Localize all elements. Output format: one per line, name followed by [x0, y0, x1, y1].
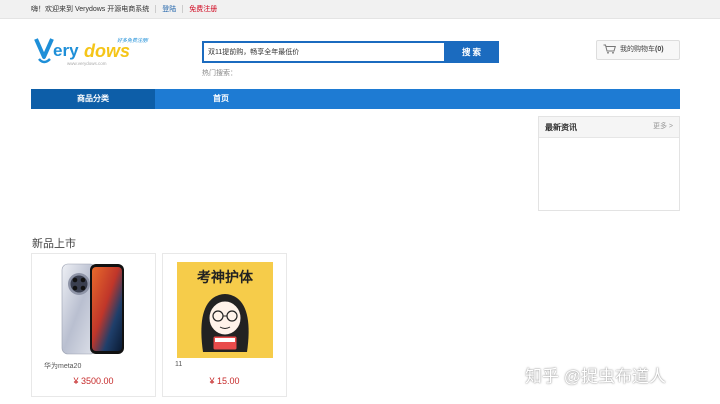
welcome-text: 嗨！欢迎来到 Verydows 开源电商系统: [31, 6, 150, 13]
svg-text:ery: ery: [53, 41, 79, 60]
product-card[interactable]: 华为meta20 ¥ 3500.00: [31, 253, 156, 397]
svg-text:好多免费注册!: 好多免费注册!: [117, 37, 149, 44]
product-image-phone[interactable]: [44, 260, 144, 360]
topbar-divider: [182, 5, 184, 14]
top-bar: 嗨！欢迎来到 Verydows 开源电商系统 登陆 免费注册: [0, 0, 720, 19]
topbar-divider: [155, 5, 157, 14]
login-link[interactable]: 登陆: [162, 6, 176, 13]
main-nav: 商品分类 首页: [31, 89, 680, 109]
cart-icon: [603, 44, 616, 54]
cart-button[interactable]: 我的购物车(0): [596, 40, 680, 60]
new-products-title: 新品上市: [32, 238, 76, 250]
search-button[interactable]: 搜索: [446, 41, 499, 63]
watermark: 知乎 @捉虫布道人: [525, 367, 666, 386]
register-link[interactable]: 免费注册: [189, 6, 217, 13]
news-more-link[interactable]: 更多 >: [653, 117, 673, 136]
product-price: ¥ 15.00: [209, 376, 240, 386]
svg-text:www.verydows.com: www.verydows.com: [67, 61, 107, 66]
search-input[interactable]: [202, 41, 446, 63]
product-name[interactable]: 华为meta20: [44, 361, 81, 371]
news-title: 最新资讯: [545, 123, 577, 132]
news-panel: 最新资讯 更多 >: [538, 116, 680, 211]
nav-home[interactable]: 首页: [191, 89, 251, 109]
hot-search-label: 热门搜索：: [202, 70, 237, 77]
product-name[interactable]: 11: [175, 361, 182, 368]
news-header: 最新资讯 更多 >: [539, 117, 679, 138]
site-logo[interactable]: ery dows 好多免费注册! www.verydows.com: [34, 33, 159, 73]
cart-label: 我的购物车: [620, 46, 655, 53]
nav-category[interactable]: 商品分类: [31, 89, 155, 109]
svg-text:考神护体: 考神护体: [197, 269, 254, 286]
product-price: ¥ 3500.00: [73, 376, 114, 386]
verydows-logo-icon: ery dows 好多免费注册! www.verydows.com: [34, 37, 149, 66]
svg-text:dows: dows: [84, 41, 130, 61]
cart-count: (0): [655, 46, 664, 53]
product-card[interactable]: 考神护体 11 ¥ 15.00: [162, 253, 287, 397]
product-image-cartoon[interactable]: 考神护体: [175, 260, 275, 360]
